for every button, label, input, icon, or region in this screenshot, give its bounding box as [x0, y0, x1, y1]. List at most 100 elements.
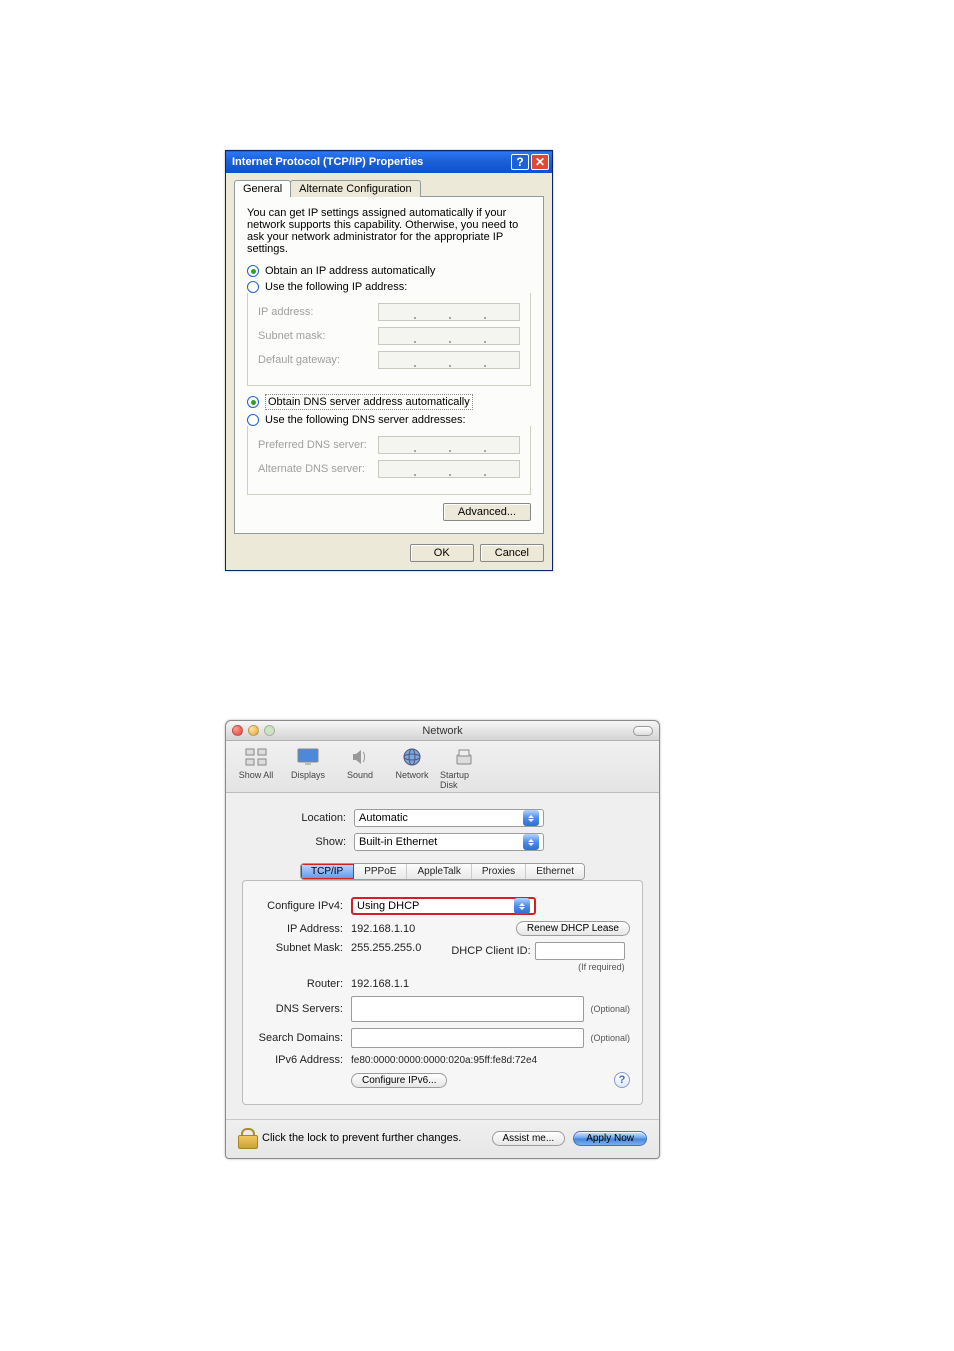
footer-text: Click the lock to prevent further change… [262, 1132, 461, 1144]
tool-network[interactable]: Network [388, 745, 436, 790]
xp-titlebar: Internet Protocol (TCP/IP) Properties ? … [226, 151, 552, 173]
radio-label: Obtain an IP address automatically [265, 265, 435, 277]
lbl-dhcp-client: DHCP Client ID: [451, 945, 530, 957]
subnet-mask-field [378, 327, 520, 345]
lbl-pref-dns: Preferred DNS server: [258, 439, 378, 451]
radio-use-ip[interactable]: Use the following IP address: [247, 281, 531, 293]
radio-icon [247, 414, 259, 426]
val-ip: 192.168.1.10 [351, 923, 415, 935]
help-icon[interactable]: ? [614, 1072, 630, 1088]
tool-label: Startup Disk [440, 770, 488, 790]
tool-label: Displays [291, 770, 325, 780]
ip-group: IP address: Subnet mask: Default gateway… [247, 293, 531, 386]
display-icon [294, 745, 322, 769]
configure-ipv6-button[interactable]: Configure IPv6... [351, 1073, 447, 1088]
preferred-dns-field [378, 436, 520, 454]
chevron-updown-icon [514, 898, 530, 914]
advanced-button[interactable]: Advanced... [443, 503, 531, 521]
help-button[interactable]: ? [511, 154, 529, 170]
select-value: Built-in Ethernet [359, 836, 437, 848]
val-ipv6: fe80:0000:0000:0000:020a:95ff:fe8d:72e4 [351, 1055, 537, 1066]
xp-tab-panel: You can get IP settings assigned automat… [234, 196, 544, 534]
tab-tcpip[interactable]: TCP/IP [301, 864, 354, 879]
radio-use-dns[interactable]: Use the following DNS server addresses: [247, 414, 531, 426]
assist-me-button[interactable]: Assist me... [492, 1131, 566, 1146]
radio-label: Obtain DNS server address automatically [265, 394, 473, 410]
radio-label: Use the following IP address: [265, 281, 407, 293]
grid-icon [242, 745, 270, 769]
tool-label: Show All [239, 770, 274, 780]
radio-icon [247, 265, 259, 277]
lbl-ipv6: IPv6 Address: [255, 1054, 351, 1066]
lbl-gateway: Default gateway: [258, 354, 378, 366]
chevron-updown-icon [523, 810, 539, 826]
close-button[interactable]: ✕ [531, 154, 549, 170]
blurb: You can get IP settings assigned automat… [247, 207, 531, 255]
speaker-icon [346, 745, 374, 769]
lbl-show: Show: [242, 836, 354, 848]
gateway-field [378, 351, 520, 369]
xp-tabs: General Alternate Configuration [234, 180, 544, 197]
lbl-ip: IP address: [258, 306, 378, 318]
renew-dhcp-button[interactable]: Renew DHCP Lease [516, 921, 630, 936]
show-select[interactable]: Built-in Ethernet [354, 833, 544, 851]
tab-proxies[interactable]: Proxies [472, 864, 526, 879]
window-title: Network [226, 725, 659, 737]
mac-tabs: TCP/IP PPPoE AppleTalk Proxies Ethernet [300, 863, 585, 880]
configure-ipv4-select[interactable]: Using DHCP [351, 897, 536, 915]
lbl-subnet: Subnet mask: [258, 330, 378, 342]
select-value: Automatic [359, 812, 408, 824]
tool-label: Sound [347, 770, 373, 780]
tab-appletalk[interactable]: AppleTalk [407, 864, 471, 879]
val-router: 192.168.1.1 [351, 978, 409, 990]
apply-now-button[interactable]: Apply Now [573, 1131, 647, 1146]
globe-icon [398, 745, 426, 769]
txt-optional-dns: (Optional) [590, 1004, 630, 1014]
radio-obtain-ip[interactable]: Obtain an IP address automatically [247, 265, 531, 277]
dns-group: Preferred DNS server: Alternate DNS serv… [247, 426, 531, 495]
select-value: Using DHCP [357, 900, 419, 912]
tcpip-properties-dialog: Internet Protocol (TCP/IP) Properties ? … [225, 150, 553, 571]
dialog-title: Internet Protocol (TCP/IP) Properties [232, 156, 509, 168]
location-select[interactable]: Automatic [354, 809, 544, 827]
tab-alternate[interactable]: Alternate Configuration [290, 180, 421, 197]
mac-footer: Click the lock to prevent further change… [226, 1119, 659, 1158]
radio-obtain-dns[interactable]: Obtain DNS server address automatically [247, 394, 531, 410]
tab-pppoe[interactable]: PPPoE [354, 864, 407, 879]
ok-button[interactable]: OK [410, 544, 474, 562]
cancel-button[interactable]: Cancel [480, 544, 544, 562]
tab-ethernet[interactable]: Ethernet [526, 864, 584, 879]
mac-titlebar: Network [226, 721, 659, 741]
radio-icon [247, 281, 259, 293]
lbl-search: Search Domains: [255, 1032, 351, 1044]
lbl-ip: IP Address: [255, 923, 351, 935]
tool-displays[interactable]: Displays [284, 745, 332, 790]
tab-general[interactable]: General [234, 180, 291, 197]
radio-label: Use the following DNS server addresses: [265, 414, 466, 426]
radio-icon [247, 396, 259, 408]
val-subnet: 255.255.255.0 [351, 942, 421, 954]
alternate-dns-field [378, 460, 520, 478]
dns-servers-input[interactable] [351, 996, 584, 1022]
lbl-router: Router: [255, 978, 351, 990]
tool-startup-disk[interactable]: Startup Disk [440, 745, 488, 790]
txt-optional-search: (Optional) [590, 1033, 630, 1043]
tool-show-all[interactable]: Show All [232, 745, 280, 790]
lbl-location: Location: [242, 812, 354, 824]
dhcp-client-id-input[interactable] [535, 942, 625, 960]
ip-address-field [378, 303, 520, 321]
mac-toolbar: Show All Displays Sound Network Startup … [226, 741, 659, 793]
chevron-updown-icon [523, 834, 539, 850]
txt-if-required: (If required) [451, 962, 624, 972]
search-domains-input[interactable] [351, 1028, 584, 1048]
disk-icon [450, 745, 478, 769]
lock-icon[interactable] [238, 1128, 256, 1148]
tool-label: Network [395, 770, 428, 780]
lbl-alt-dns: Alternate DNS server: [258, 463, 378, 475]
lbl-configure: Configure IPv4: [255, 900, 351, 912]
tool-sound[interactable]: Sound [336, 745, 384, 790]
network-preferences-window: Network Show All Displays Sound Networ [225, 720, 660, 1159]
lbl-subnet: Subnet Mask: [255, 942, 351, 954]
mac-body: Location: Automatic Show: Built-in Ether… [226, 793, 659, 1119]
xp-body: General Alternate Configuration You can … [226, 173, 552, 570]
